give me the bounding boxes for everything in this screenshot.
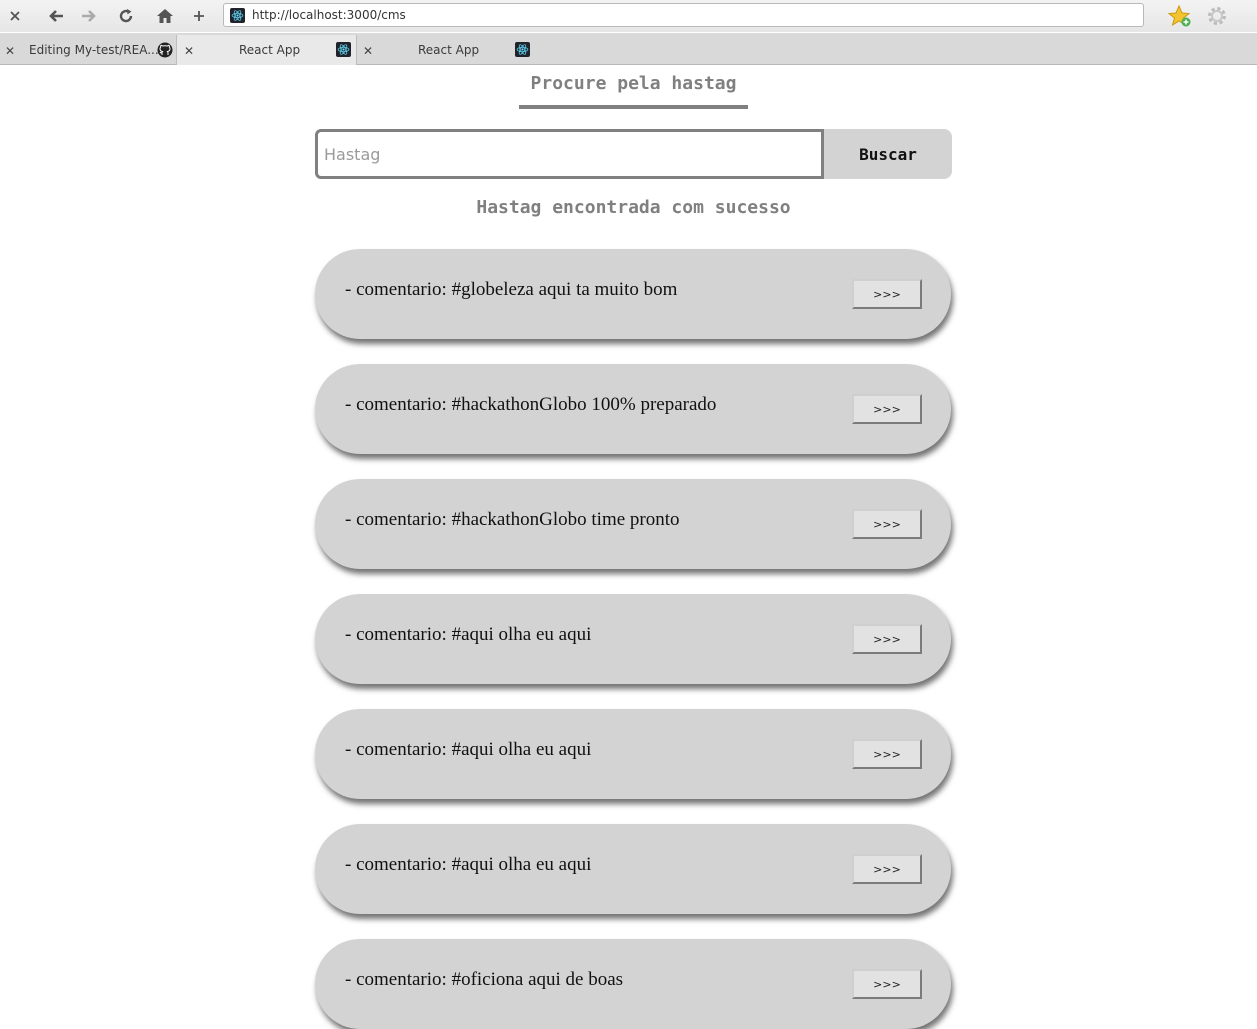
hashtag-search-input[interactable] (315, 129, 824, 179)
status-message: Hastag encontrada com sucesso (476, 197, 791, 218)
tab-close-icon[interactable]: ✕ (183, 44, 195, 58)
url-text: http://localhost:3000/cms (252, 8, 406, 22)
open-comment-button[interactable]: >>> (852, 739, 922, 769)
reload-icon[interactable] (114, 4, 138, 28)
open-comment-button[interactable]: >>> (852, 394, 922, 424)
comment-card: - comentario: #aqui olha eu aqui >>> (315, 824, 951, 914)
tab-title: React App (418, 43, 480, 57)
react-icon (515, 42, 530, 57)
open-comment-button[interactable]: >>> (852, 509, 922, 539)
browser-toolbar: http://localhost:3000/cms (0, 0, 1257, 32)
comment-card: - comentario: #aqui olha eu aqui >>> (315, 594, 951, 684)
home-icon[interactable] (153, 4, 177, 28)
back-icon[interactable] (44, 4, 68, 28)
comment-card: - comentario: #globeleza aqui ta muito b… (315, 249, 951, 339)
github-icon (157, 42, 173, 61)
comment-card: - comentario: #aqui olha eu aqui >>> (315, 709, 951, 799)
comment-card: - comentario: #hackathonGlobo time pront… (315, 479, 951, 569)
close-window-icon[interactable] (3, 4, 27, 28)
comment-text: - comentario: #hackathonGlobo 100% prepa… (345, 394, 717, 415)
open-comment-button[interactable]: >>> (852, 969, 922, 999)
react-icon (336, 42, 351, 57)
settings-gear-icon[interactable] (1204, 4, 1230, 28)
tab-react-app-active[interactable]: ✕ React App (177, 35, 357, 65)
page-title: Procure pela hastag (519, 73, 748, 109)
open-comment-button[interactable]: >>> (852, 624, 922, 654)
open-comment-button[interactable]: >>> (852, 279, 922, 309)
comment-text: - comentario: #globeleza aqui ta muito b… (345, 279, 678, 300)
tab-github[interactable]: ✕ Editing My-test/REA... (0, 35, 177, 65)
react-icon (230, 7, 245, 23)
tab-title: Editing My-test/REA... (29, 43, 159, 57)
tab-close-icon[interactable]: ✕ (362, 44, 374, 58)
comment-text: - comentario: #aqui olha eu aqui (345, 624, 592, 645)
comment-text: - comentario: #hackathonGlobo time pront… (345, 509, 680, 530)
tab-bar: ✕ Editing My-test/REA... ✕ React App ✕ R… (0, 33, 1257, 65)
tab-title: React App (239, 43, 301, 57)
tab-react-app[interactable]: ✕ React App (357, 35, 537, 65)
new-tab-icon[interactable] (187, 4, 211, 28)
comment-text: - comentario: #aqui olha eu aqui (345, 854, 592, 875)
address-bar[interactable]: http://localhost:3000/cms (223, 3, 1144, 27)
comment-card: - comentario: #hackathonGlobo 100% prepa… (315, 364, 951, 454)
tab-close-icon[interactable]: ✕ (4, 44, 16, 58)
comment-card: - comentario: #oficiona aqui de boas >>> (315, 939, 951, 1029)
forward-icon[interactable] (77, 4, 101, 28)
open-comment-button[interactable]: >>> (852, 854, 922, 884)
bookmark-star-icon[interactable] (1166, 4, 1194, 28)
comment-text: - comentario: #aqui olha eu aqui (345, 739, 592, 760)
comment-text: - comentario: #oficiona aqui de boas (345, 969, 624, 990)
search-button[interactable]: Buscar (824, 129, 952, 179)
